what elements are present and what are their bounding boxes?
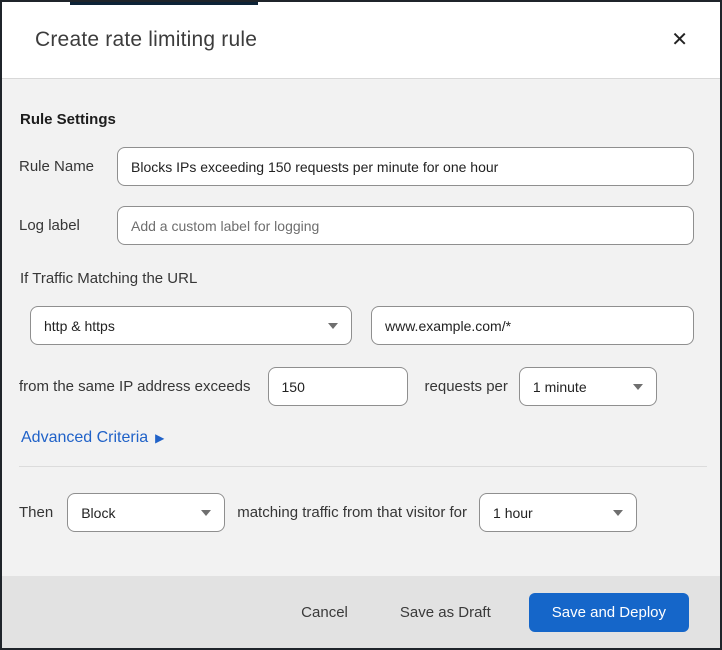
- chevron-down-icon: [328, 322, 338, 329]
- advanced-criteria-label: Advanced Criteria: [21, 429, 149, 446]
- rule-settings-heading: Rule Settings: [20, 111, 116, 128]
- top-accent-strip: [70, 2, 258, 5]
- dialog-footer: Cancel Save as Draft Save and Deploy: [2, 576, 720, 648]
- period-select-value: 1 minute: [532, 378, 587, 395]
- log-label-input[interactable]: [117, 206, 694, 245]
- scheme-select-value: http & https: [44, 317, 115, 334]
- then-label: Then: [19, 504, 54, 521]
- traffic-match-row: http & https: [30, 306, 694, 345]
- action-select-value: Block: [81, 504, 116, 521]
- url-input[interactable]: [371, 306, 694, 345]
- chevron-down-icon: [201, 509, 212, 516]
- duration-select[interactable]: 1 hour: [479, 493, 638, 532]
- period-select[interactable]: 1 minute: [518, 367, 657, 406]
- threshold-row: from the same IP address exceeds request…: [19, 367, 694, 406]
- section-divider: [19, 466, 707, 467]
- threshold-input[interactable]: [267, 367, 408, 406]
- action-row: Then Block matching traffic from that vi…: [19, 493, 694, 532]
- duration-select-value: 1 hour: [493, 504, 533, 521]
- close-icon[interactable]: ✕: [665, 26, 694, 54]
- advanced-criteria-link[interactable]: Advanced Criteria ▶: [21, 429, 164, 447]
- dialog-header: Create rate limiting rule ✕: [2, 2, 720, 79]
- chevron-down-icon: [613, 509, 624, 516]
- log-label-label: Log label: [19, 217, 80, 234]
- create-rate-limiting-rule-dialog: Create rate limiting rule ✕ Rule Setting…: [0, 0, 722, 650]
- threshold-prefix-text: from the same IP address exceeds: [19, 378, 251, 395]
- log-label-row: Log label: [19, 206, 694, 245]
- rule-name-label: Rule Name: [19, 158, 95, 175]
- action-middle-text: matching traffic from that visitor for: [237, 504, 468, 521]
- traffic-match-intro: If Traffic Matching the URL: [20, 270, 198, 287]
- dialog-title: Create rate limiting rule: [35, 28, 258, 51]
- chevron-right-icon: ▶: [155, 431, 165, 445]
- rule-name-input[interactable]: [117, 147, 694, 186]
- scheme-select[interactable]: http & https: [30, 306, 352, 345]
- save-as-draft-button[interactable]: Save as Draft: [386, 596, 505, 629]
- save-and-deploy-button[interactable]: Save and Deploy: [528, 592, 689, 632]
- action-select[interactable]: Block: [67, 493, 226, 532]
- rule-name-row: Rule Name: [19, 147, 694, 186]
- threshold-suffix-text: requests per: [424, 378, 508, 395]
- dialog-body: Rule Settings Rule Name Log label If Tra…: [2, 79, 720, 576]
- cancel-button[interactable]: Cancel: [287, 596, 362, 629]
- chevron-down-icon: [632, 383, 643, 390]
